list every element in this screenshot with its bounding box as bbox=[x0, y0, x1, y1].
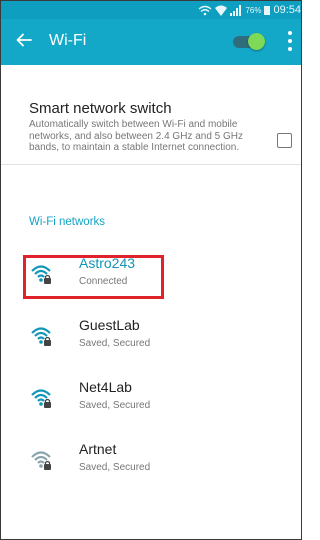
wifi-secured-icon bbox=[31, 451, 51, 470]
screen: 76% 09:54 Wi-Fi Smart network switch Aut… bbox=[0, 0, 302, 540]
wifi-toggle[interactable] bbox=[231, 33, 265, 50]
page-title: Wi-Fi bbox=[49, 32, 87, 49]
section-header: Wi-Fi networks bbox=[29, 216, 106, 228]
back-arrow-icon[interactable] bbox=[13, 29, 35, 51]
battery-icon bbox=[264, 5, 271, 15]
mobile-hotspot-icon bbox=[199, 5, 212, 15]
network-status: Saved, Secured bbox=[79, 462, 151, 473]
network-name: GuestLab bbox=[79, 317, 140, 333]
smart-switch-description: Automatically switch between Wi-Fi and m… bbox=[29, 119, 244, 153]
toggle-thumb bbox=[248, 33, 265, 50]
highlight-box bbox=[23, 255, 164, 299]
smart-switch-checkbox[interactable] bbox=[277, 133, 292, 148]
network-name: Artnet bbox=[79, 441, 117, 457]
signal-icon bbox=[230, 4, 242, 16]
battery-percent: 76% bbox=[245, 5, 262, 15]
status-icons: 76% 09:54 bbox=[198, 2, 301, 18]
network-status: Saved, Secured bbox=[79, 338, 151, 349]
wifi-status-icon bbox=[215, 5, 228, 16]
wifi-secured-icon bbox=[31, 389, 51, 408]
network-item[interactable]: GuestLab Saved, Secured bbox=[1, 307, 301, 369]
smart-network-switch[interactable]: Smart network switch Automatically switc… bbox=[1, 65, 301, 165]
wifi-secured-icon bbox=[31, 327, 51, 346]
network-name: Net4Lab bbox=[79, 379, 132, 395]
more-options-icon[interactable] bbox=[285, 31, 295, 51]
action-bar: Wi-Fi bbox=[1, 19, 301, 65]
clock: 09:54 bbox=[273, 4, 301, 16]
smart-switch-title: Smart network switch bbox=[29, 100, 172, 117]
network-item[interactable]: Artnet Saved, Secured bbox=[1, 431, 301, 493]
network-item[interactable]: Net4Lab Saved, Secured bbox=[1, 369, 301, 431]
status-bar: 76% 09:54 bbox=[1, 1, 301, 19]
network-status: Saved, Secured bbox=[79, 400, 151, 411]
